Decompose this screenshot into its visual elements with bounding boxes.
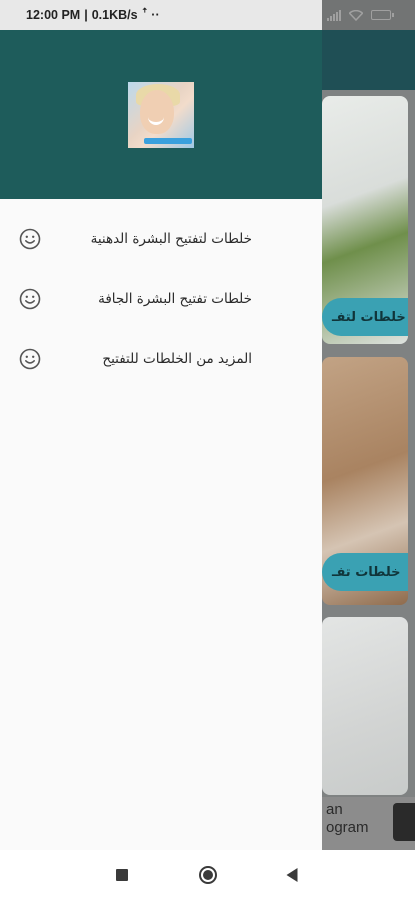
screen: خلطات لتفـ خلطات تفـ an ogram 12:00 PM |… [0, 0, 415, 900]
wifi-icon [349, 9, 363, 21]
drawer-item-label: خلطات لتفتيح البشرة الدهنية [90, 231, 252, 247]
status-separator: | [84, 8, 88, 22]
drawer-menu: خلطات لتفتيح البشرة الدهنية خلطات تفتيح … [0, 209, 322, 389]
battery-icon [371, 10, 394, 20]
drawer-item-oily-skin[interactable]: خلطات لتفتيح البشرة الدهنية [0, 209, 322, 269]
home-circle-icon[interactable] [199, 866, 217, 884]
status-time: 12:00 PM [26, 8, 81, 22]
cell-signal-icon [327, 9, 341, 21]
system-nav-bar [0, 850, 415, 900]
background-card-label: خلطات تفـ [322, 553, 408, 591]
status-net-speed: 0.1KB/s [91, 8, 138, 22]
background-card-label: خلطات لتفـ [322, 298, 408, 336]
drawer-item-dry-skin[interactable]: خلطات تفتيح البشرة الجافة [0, 269, 322, 329]
drawer-header [0, 30, 322, 199]
background-card-3 [322, 617, 408, 795]
smiley-icon [19, 348, 41, 370]
drawer-item-more-recipes[interactable]: المزيد من الخلطات للتفتيح [0, 329, 322, 389]
navigation-drawer: خلطات لتفتيح البشرة الدهنية خلطات تفتيح … [0, 30, 322, 850]
smiley-icon [19, 228, 41, 250]
status-bar-right [322, 0, 415, 30]
smiley-icon [19, 288, 41, 310]
drawer-item-label: المزيد من الخلطات للتفتيح [102, 351, 252, 367]
background-card-2: خلطات تفـ [322, 357, 408, 605]
status-bar: 12:00 PM | 0.1KB/s ꜛ ·· [0, 0, 415, 30]
app-logo-image [128, 82, 194, 148]
status-extra-icons: ꜛ ·· [141, 8, 160, 22]
status-bar-left: 12:00 PM | 0.1KB/s ꜛ ·· [0, 0, 322, 30]
ad-button [393, 803, 415, 841]
background-ad-banner: an ogram [322, 797, 415, 850]
back-triangle-icon[interactable] [286, 868, 298, 882]
drawer-item-label: خلطات تفتيح البشرة الجافة [98, 291, 252, 307]
background-card-1: خلطات لتفـ [322, 96, 408, 344]
recents-square-icon[interactable] [116, 869, 128, 881]
